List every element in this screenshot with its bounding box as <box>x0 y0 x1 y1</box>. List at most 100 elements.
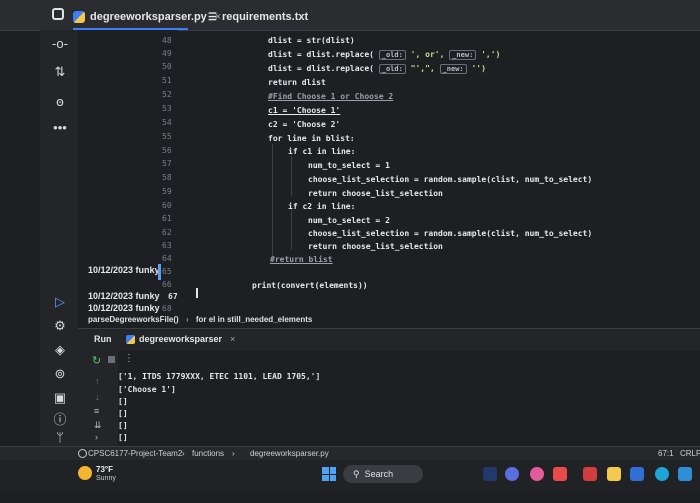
code-line[interactable]: if c1 in line: <box>288 147 355 156</box>
line-number: 51 <box>162 76 172 85</box>
code-line[interactable]: c1 = 'Choose 1' <box>268 106 340 115</box>
line-number: 66 <box>162 280 172 289</box>
python-file-icon <box>73 11 85 23</box>
edge-browser-icon[interactable] <box>655 467 669 481</box>
breadcrumb-function[interactable]: parseDegreeworksFile() <box>88 315 179 324</box>
weather-icon[interactable] <box>78 466 92 480</box>
code-line[interactable]: choose_list_selection = random.sample(cl… <box>308 175 592 184</box>
line-number: 68 <box>162 304 172 313</box>
tab-label: degreeworksparser.py <box>90 11 207 23</box>
taskbar-search[interactable]: ⚲ Search <box>343 465 423 483</box>
blame-annotation[interactable]: 10/12/2023 funky <box>88 291 160 301</box>
code-line[interactable]: c2 = 'Choose 2' <box>268 120 340 129</box>
line-number: 64 <box>162 254 172 263</box>
run-tool-icon[interactable]: ▷ <box>52 294 68 310</box>
code-line[interactable]: print(convert(elements)) <box>252 281 368 290</box>
code-line[interactable]: dlist = dlist.replace( _old: ', or', _ne… <box>268 50 500 60</box>
main-menu-icon[interactable] <box>52 8 64 20</box>
code-line[interactable]: for line in blist: <box>268 134 355 143</box>
file-explorer-icon[interactable] <box>607 467 621 481</box>
line-number: 48 <box>162 36 172 45</box>
python-console-icon[interactable]: ⚙ <box>52 318 68 334</box>
status-project[interactable]: CPSC6177-Project-Team2 <box>88 449 182 458</box>
chat-app-icon[interactable] <box>505 467 519 481</box>
line-number: 62 <box>162 228 172 237</box>
scroll-down-icon[interactable]: ↓ <box>95 392 100 402</box>
tab-requirements[interactable]: ☰ requirements.txt <box>208 6 308 28</box>
run-panel-header: Run degreeworksparser × <box>78 328 700 351</box>
code-line[interactable]: return choose_list_selection <box>308 189 443 198</box>
structure-icon[interactable]: ꙩ <box>52 94 68 110</box>
more-tools-icon[interactable]: ••• <box>52 120 68 136</box>
line-ending[interactable]: CRLF <box>680 449 700 458</box>
code-token: "',", <box>405 64 440 73</box>
run-config-tab[interactable]: degreeworksparser × <box>126 334 235 344</box>
code-comment[interactable]: #Find Choose 1 or Choose 2 <box>268 92 393 101</box>
code-comment[interactable]: #return blist <box>270 255 333 264</box>
code-line[interactable]: return choose_list_selection <box>308 242 443 251</box>
windows-start-icon[interactable] <box>322 467 336 481</box>
line-number: 56 <box>162 146 172 155</box>
problems-icon[interactable]: ⓘ <box>52 412 68 428</box>
breadcrumb: parseDegreeworksFile() › for el in still… <box>88 315 312 324</box>
pull-request-icon[interactable]: ⇅ <box>52 64 68 80</box>
status-separator: › <box>232 449 235 458</box>
cursor-position[interactable]: 67:1 <box>658 449 674 458</box>
code-token: ',') <box>476 50 501 59</box>
more-actions-icon[interactable]: ⋮ <box>124 353 134 364</box>
packages-icon[interactable]: ◈ <box>52 342 68 358</box>
search-label: Search <box>364 469 394 479</box>
code-line[interactable]: num_to_select = 1 <box>308 161 390 170</box>
line-number: 52 <box>162 90 172 99</box>
blame-annotation[interactable]: 10/12/2023 funky <box>88 265 160 275</box>
line-number: 49 <box>162 49 172 58</box>
run-close-icon[interactable]: × <box>230 334 235 344</box>
weather-temp: 73°F <box>96 465 113 474</box>
code-line[interactable]: if c2 in line: <box>288 202 355 211</box>
stop-icon[interactable] <box>108 356 115 363</box>
line-number: 54 <box>162 118 172 127</box>
status-separator: › <box>182 449 185 458</box>
search-icon: ⚲ <box>353 468 360 479</box>
tab-label: requirements.txt <box>221 11 309 23</box>
tab-degreeworksparser[interactable]: degreeworksparser.py × <box>73 6 221 28</box>
scroll-to-end-icon[interactable]: ⇊ <box>94 420 102 431</box>
commit-icon[interactable]: -o- <box>52 36 68 52</box>
version-control-icon[interactable]: ᛘ <box>52 430 68 446</box>
status-folder[interactable]: functions <box>192 449 224 458</box>
line-number: 67 <box>168 292 178 301</box>
code-token: dlist = dlist.replace( <box>268 50 379 59</box>
editor-tab-bar: degreeworksparser.py × ☰ requirements.tx… <box>0 0 700 31</box>
app-icon[interactable] <box>530 467 544 481</box>
status-file[interactable]: degreeworksparser.py <box>250 449 329 458</box>
code-line[interactable]: dlist = str(dlist) <box>268 36 355 45</box>
indent-guide <box>272 144 273 262</box>
code-line[interactable]: return dlist <box>268 78 326 87</box>
expand-icon[interactable]: › <box>95 432 98 442</box>
services-icon[interactable]: ⊚ <box>52 366 68 382</box>
code-line[interactable]: dlist = dlist.replace( _old: "',", _new:… <box>268 64 486 74</box>
soft-wrap-icon[interactable]: ≡ <box>94 406 99 416</box>
line-number: 65 <box>162 267 172 276</box>
line-number: 59 <box>162 187 172 196</box>
param-hint: _old: <box>378 64 406 74</box>
status-bar: CPSC6177-Project-Team2 › functions › deg… <box>0 446 700 461</box>
mail-icon[interactable] <box>630 467 644 481</box>
task-view-icon[interactable] <box>483 467 497 481</box>
indent-guide <box>291 210 292 250</box>
project-icon <box>78 449 87 458</box>
code-line[interactable]: num_to_select = 2 <box>308 216 390 225</box>
param-hint: _new: <box>439 64 467 74</box>
rerun-icon[interactable]: ↻ <box>92 354 101 367</box>
console-output-line: ['Choose 1'] <box>118 385 176 394</box>
line-number: 61 <box>162 214 172 223</box>
scroll-up-icon[interactable]: ↑ <box>95 376 100 386</box>
store-icon[interactable] <box>678 467 692 481</box>
code-line[interactable]: choose_list_selection = random.sample(cl… <box>308 229 592 238</box>
run-config-label: degreeworksparser <box>139 334 223 344</box>
app-icon[interactable] <box>583 467 597 481</box>
app-icon[interactable] <box>553 467 567 481</box>
breadcrumb-loop[interactable]: for el in still_needed_elements <box>196 315 312 324</box>
terminal-icon[interactable]: ▣ <box>52 390 68 406</box>
blame-annotation[interactable]: 10/12/2023 funky <box>88 303 160 313</box>
